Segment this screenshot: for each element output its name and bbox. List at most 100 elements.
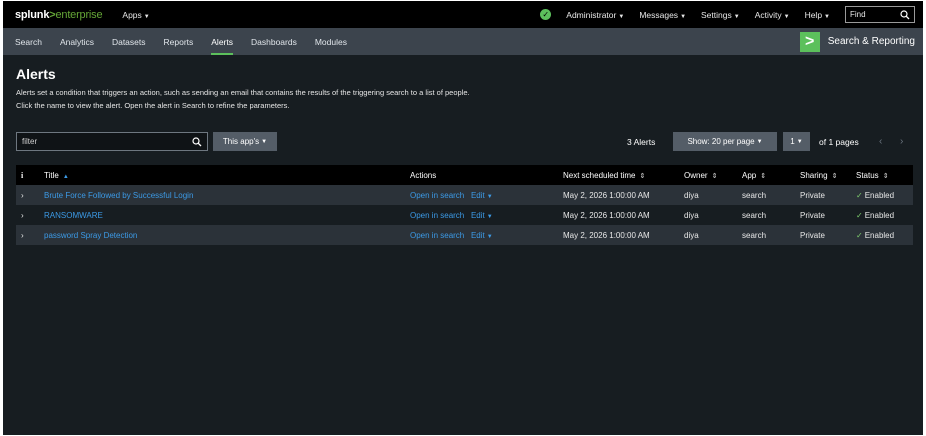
app-filter-label: This app's (222, 137, 260, 146)
tab-alerts[interactable]: Alerts (211, 28, 233, 55)
check-icon: ✓ (856, 210, 863, 220)
caret-down-icon: ▼ (143, 13, 150, 20)
next-page-icon[interactable]: › (900, 136, 903, 147)
table-row: › RANSOMWARE Open in search Edit ▼ May 2,… (16, 205, 913, 225)
per-page-dropdown[interactable]: Show: 20 per page ▼ (673, 132, 777, 151)
app-logo-icon: > (799, 31, 820, 52)
status-column-header[interactable]: Status ⇕ (851, 165, 913, 185)
expand-chevron-icon[interactable]: › (16, 205, 39, 225)
caret-down-icon: ▼ (486, 213, 493, 220)
filter-placeholder: filter (22, 137, 38, 146)
title-column-header[interactable]: Title ▲ (39, 165, 405, 185)
messages-menu[interactable]: Messages ▼ (639, 10, 686, 20)
edit-menu[interactable]: Edit ▼ (471, 231, 493, 240)
edit-menu[interactable]: Edit ▼ (471, 211, 493, 220)
app-column-header[interactable]: App ⇕ (737, 165, 795, 185)
app-cell: search (737, 185, 795, 205)
prev-page-icon[interactable]: ‹ (879, 136, 882, 147)
sharing-column-header[interactable]: Sharing ⇕ (795, 165, 851, 185)
table-row: › Brute Force Followed by Successful Log… (16, 185, 913, 205)
open-in-search-link[interactable]: Open in search (410, 231, 464, 240)
status-cell: ✓ Enabled (851, 205, 913, 225)
app-cell: search (737, 205, 795, 225)
info-column-header: i (16, 165, 39, 185)
owner-cell: diya (679, 185, 737, 205)
splunk-window: splunk>enterprise Apps ▼ ✓ Administrator ▼… (3, 1, 923, 435)
page-total: of 1 pages (819, 137, 859, 147)
caret-down-icon: ▼ (486, 193, 493, 200)
sort-icon: ⇕ (882, 172, 889, 180)
per-page-label: Show: 20 per page (687, 137, 755, 146)
check-icon: ✓ (856, 230, 863, 240)
caret-down-icon: ▼ (824, 13, 830, 20)
table-row: › password Spray Detection Open in searc… (16, 225, 913, 245)
app-filter-dropdown[interactable]: This app's ▼ (213, 132, 277, 151)
logo-text: splunk (15, 8, 50, 21)
help-menu[interactable]: Help ▼ (805, 10, 830, 20)
caret-down-icon: ▼ (486, 233, 493, 240)
expand-chevron-icon[interactable]: › (16, 185, 39, 205)
sharing-cell: Private (795, 185, 851, 205)
next-time-cell: May 2, 2026 1:00:00 AM (558, 185, 679, 205)
app-navbar: Search Analytics Datasets Reports Alerts… (3, 28, 923, 55)
check-icon: ✓ (856, 190, 863, 200)
edit-label: Edit (470, 190, 485, 200)
next-time-column-header[interactable]: Next scheduled time ⇕ (558, 165, 679, 185)
app-cell: search (737, 225, 795, 245)
sort-icon: ⇕ (831, 172, 838, 180)
menu-label: Help (804, 9, 823, 20)
header-label: Next scheduled time (563, 170, 636, 180)
caret-down-icon: ▼ (783, 13, 790, 20)
sort-icon: ⇕ (639, 172, 646, 180)
status-label: Enabled (864, 210, 895, 220)
search-icon[interactable] (900, 9, 910, 20)
search-icon[interactable] (192, 136, 202, 147)
menu-label: Messages (639, 9, 679, 20)
tab-modules[interactable]: Modules (315, 28, 347, 55)
info-icon: i (21, 170, 24, 180)
tab-search[interactable]: Search (15, 28, 42, 55)
owner-cell: diya (679, 225, 737, 245)
splunk-logo[interactable]: splunk>enterprise (15, 8, 103, 21)
check-circle-icon[interactable]: ✓ (540, 9, 552, 20)
tab-reports[interactable]: Reports (164, 28, 194, 55)
open-in-search-link[interactable]: Open in search (410, 211, 464, 220)
edit-label: Edit (470, 230, 485, 240)
edit-menu[interactable]: Edit ▼ (471, 191, 493, 200)
status-label: Enabled (864, 230, 895, 240)
actions-column-header: Actions (405, 165, 558, 185)
logo-product: enterprise (55, 8, 103, 21)
expand-chevron-icon[interactable]: › (16, 225, 39, 245)
tab-datasets[interactable]: Datasets (112, 28, 146, 55)
find-input[interactable]: Find (845, 6, 915, 23)
app-name-label: Search & Reporting (827, 36, 915, 47)
filter-input[interactable]: filter (16, 132, 208, 151)
find-placeholder: Find (850, 10, 866, 19)
page-number: 1 (790, 137, 795, 146)
owner-cell: diya (679, 205, 737, 225)
open-in-search-link[interactable]: Open in search (410, 191, 464, 200)
alert-title-link[interactable]: password Spray Detection (44, 231, 137, 240)
page-dropdown[interactable]: 1 ▼ (783, 132, 810, 151)
alert-title-link[interactable]: Brute Force Followed by Successful Login (44, 191, 193, 200)
tab-dashboards[interactable]: Dashboards (251, 28, 297, 55)
apps-menu[interactable]: Apps ▼ (122, 10, 149, 20)
header-label: Actions (410, 170, 437, 180)
edit-label: Edit (470, 210, 485, 220)
sort-asc-icon: ▲ (62, 173, 69, 180)
administrator-menu[interactable]: Administrator ▼ (566, 10, 624, 20)
app-title[interactable]: > Search & Reporting (799, 31, 915, 52)
status-cell: ✓ Enabled (851, 225, 913, 245)
sharing-cell: Private (795, 205, 851, 225)
page-title: Alerts (16, 66, 56, 82)
tab-analytics[interactable]: Analytics (60, 28, 94, 55)
status-cell: ✓ Enabled (851, 185, 913, 205)
owner-column-header[interactable]: Owner ⇕ (679, 165, 737, 185)
apps-label: Apps (122, 9, 142, 20)
activity-menu[interactable]: Activity ▼ (755, 10, 790, 20)
settings-menu[interactable]: Settings ▼ (701, 10, 740, 20)
alert-title-link[interactable]: RANSOMWARE (44, 211, 103, 220)
header-label: Title (44, 170, 59, 180)
next-time-cell: May 2, 2026 1:00:00 AM (558, 205, 679, 225)
caret-down-icon: ▼ (261, 138, 268, 145)
